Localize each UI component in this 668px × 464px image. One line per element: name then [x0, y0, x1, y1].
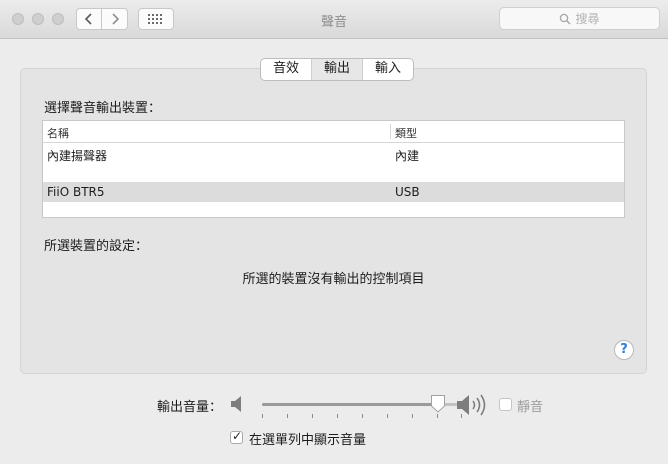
speaker-high-icon	[457, 394, 486, 416]
tab-output[interactable]: 輸出	[311, 59, 363, 80]
speaker-low-icon	[231, 396, 241, 412]
output-volume-label: 輸出音量：	[157, 400, 223, 415]
show-volume-in-menubar-checkbox[interactable]: ✓	[230, 429, 243, 444]
device-row-internal-speakers[interactable]: 內建揚聲器 內建	[43, 142, 624, 182]
search-field[interactable]: 搜尋	[499, 7, 660, 30]
slider-knob[interactable]	[430, 394, 446, 413]
slider-tick	[387, 414, 388, 418]
column-divider	[390, 124, 391, 139]
output-device-list[interactable]: 名稱 類型 內建揚聲器 內建 FiiO BTR5 USB	[42, 120, 625, 218]
slider-tick	[312, 414, 313, 418]
device-row-fiio-btr5[interactable]: FiiO BTR5 USB	[43, 182, 624, 202]
tab-input[interactable]: 輸入	[362, 59, 413, 80]
output-volume-slider[interactable]	[262, 395, 462, 418]
device-name: 內建揚聲器	[47, 149, 108, 163]
select-output-device-label: 選擇聲音輸出裝置：	[44, 101, 162, 116]
device-type: USB	[395, 185, 420, 199]
no-controls-message: 所選的裝置沒有輸出的控制項目	[242, 272, 425, 287]
search-icon	[560, 13, 571, 24]
device-type: 內建	[395, 149, 420, 163]
slider-tick	[287, 414, 288, 418]
slider-tick	[262, 414, 263, 418]
selected-device-settings-label: 所選裝置的設定：	[44, 239, 149, 254]
slider-tick	[437, 414, 438, 418]
title-bar: 聲音 搜尋	[0, 0, 668, 39]
column-header-name[interactable]: 名稱	[47, 125, 69, 141]
mute-checkbox[interactable]	[499, 398, 512, 411]
slider-tick	[337, 414, 338, 418]
show-volume-in-menubar-label: 在選單列中顯示音量	[249, 433, 367, 448]
list-header: 名稱 類型	[43, 121, 624, 143]
help-button[interactable]: ?	[614, 340, 634, 360]
slider-tick	[362, 414, 363, 418]
tab-bar: 音效 輸出 輸入	[260, 58, 415, 81]
slider-tick	[412, 414, 413, 418]
checkmark-icon: ✓	[232, 429, 243, 443]
tab-sound-effects[interactable]: 音效	[261, 59, 311, 80]
slider-fill	[262, 403, 438, 406]
search-placeholder: 搜尋	[575, 12, 600, 26]
mute-label: 靜音	[517, 400, 544, 415]
device-name: FiiO BTR5	[47, 185, 105, 199]
column-header-type[interactable]: 類型	[395, 125, 417, 141]
question-mark-icon: ?	[620, 342, 628, 357]
